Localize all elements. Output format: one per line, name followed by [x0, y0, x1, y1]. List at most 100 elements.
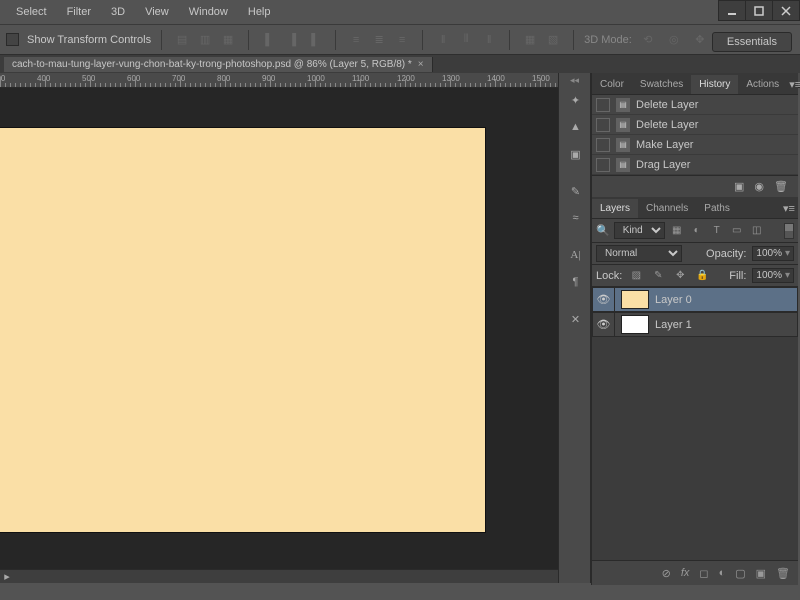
histogram-panel-icon[interactable]: ▲ [559, 114, 592, 141]
dock-expand-icon[interactable]: ◂◂ [559, 73, 590, 87]
distribute-h1-icon[interactable]: ‖ [433, 30, 453, 50]
distribute-v3-icon[interactable]: ≡ [392, 30, 412, 50]
history-item[interactable]: ▤Delete Layer [592, 115, 798, 135]
group-layers-icon[interactable]: ▢ [735, 567, 745, 580]
minimize-button[interactable] [718, 0, 746, 21]
scroll-left-icon[interactable]: ▸ [0, 570, 14, 584]
info-panel-icon[interactable]: ▣ [559, 141, 592, 168]
layer-thumbnail[interactable] [621, 290, 649, 309]
horizontal-scrollbar[interactable]: ▸ [0, 569, 558, 583]
lock-position-icon[interactable]: ✥ [672, 268, 688, 284]
tab-history[interactable]: History [691, 75, 738, 94]
distribute-v1-icon[interactable]: ≡ [346, 30, 366, 50]
filter-search-icon[interactable]: 🔍 [596, 224, 610, 237]
close-button[interactable] [772, 0, 800, 21]
tab-layers[interactable]: Layers [592, 199, 638, 218]
layer-name[interactable]: Layer 1 [655, 319, 692, 331]
align-right-icon[interactable]: ▌ [305, 30, 325, 50]
panel-menu-icon[interactable]: ▾≡ [787, 75, 800, 94]
3d-roll-icon[interactable]: ◎ [664, 30, 684, 50]
layer-list: 👁 Layer 0 👁 Layer 1 [592, 287, 798, 560]
window-controls [719, 0, 800, 21]
show-transform-checkbox[interactable] [6, 33, 19, 46]
history-step-icon: ▤ [616, 98, 630, 112]
fill-field[interactable]: 100%▾ [752, 268, 794, 283]
autoalign-icon[interactable]: ▦ [520, 30, 540, 50]
filter-type-icon[interactable]: T [709, 223, 725, 239]
workspace-switcher[interactable]: Essentials [712, 32, 792, 52]
paragraph-panel-icon[interactable]: ¶ [559, 269, 592, 296]
lock-pixels-icon[interactable]: ✎ [650, 268, 666, 284]
menu-3d[interactable]: 3D [101, 6, 135, 18]
layer-mask-icon[interactable]: ◻ [699, 567, 708, 580]
lock-label: Lock: [596, 270, 622, 282]
history-step-icon: ▤ [616, 138, 630, 152]
lock-transparent-icon[interactable]: ▨ [628, 268, 644, 284]
visibility-toggle-icon[interactable]: 👁 [593, 313, 615, 336]
filter-smart-icon[interactable]: ◫ [749, 223, 765, 239]
adjustment-layer-icon[interactable]: ◐ [719, 567, 726, 579]
delete-state-icon[interactable]: 🗑 [774, 180, 788, 193]
tab-swatches[interactable]: Swatches [632, 75, 691, 94]
new-doc-state-icon[interactable]: ▣ [734, 180, 744, 193]
tools-panel-icon[interactable]: ✕ [559, 306, 592, 333]
filter-pixel-icon[interactable]: ▦ [669, 223, 685, 239]
3d-pan-icon[interactable]: ✥ [690, 30, 710, 50]
blend-mode-select[interactable]: Normal [596, 245, 682, 262]
delete-layer-icon[interactable]: 🗑 [776, 567, 790, 580]
align-hcenter-icon[interactable]: ▐ [282, 30, 302, 50]
document-tab[interactable]: cach-to-mau-tung-layer-vung-chon-bat-ky-… [4, 57, 433, 72]
menu-help[interactable]: Help [238, 6, 281, 18]
tab-color[interactable]: Color [592, 75, 632, 94]
menu-view[interactable]: View [135, 6, 179, 18]
layer-row[interactable]: 👁 Layer 1 [592, 312, 798, 337]
filter-kind-select[interactable]: Kind [614, 222, 665, 239]
layer-thumbnail[interactable] [621, 315, 649, 334]
layers-panel-menu-icon[interactable]: ▾≡ [780, 199, 798, 218]
distribute-h2-icon[interactable]: ⦀ [456, 30, 476, 50]
filter-adjust-icon[interactable]: ◐ [689, 223, 705, 239]
close-tab-icon[interactable]: × [418, 59, 424, 70]
distribute-v2-icon[interactable]: ≣ [369, 30, 389, 50]
brush-presets-panel-icon[interactable]: ≈ [559, 205, 592, 232]
menu-select[interactable]: Select [6, 6, 57, 18]
tab-paths[interactable]: Paths [696, 199, 738, 218]
align-bottom-icon[interactable]: ▦ [218, 30, 238, 50]
brush-panel-icon[interactable]: ✎ [559, 178, 592, 205]
lock-all-icon[interactable]: 🔒 [694, 268, 710, 284]
opacity-label: Opacity: [706, 248, 746, 260]
navigator-panel-icon[interactable]: ✦ [559, 87, 592, 114]
layer-name[interactable]: Layer 0 [655, 294, 692, 306]
align-vcenter-icon[interactable]: ▥ [195, 30, 215, 50]
snapshot-icon[interactable]: ◉ [754, 180, 764, 193]
visibility-toggle-icon[interactable]: 👁 [593, 288, 615, 311]
opacity-field[interactable]: 100%▾ [752, 246, 794, 261]
menu-filter[interactable]: Filter [57, 6, 101, 18]
filter-shape-icon[interactable]: ▭ [729, 223, 745, 239]
history-item[interactable]: ▤Make Layer [592, 135, 798, 155]
layer-fx-icon[interactable]: fx [681, 567, 690, 579]
align-left-icon[interactable]: ▌ [259, 30, 279, 50]
distribute-h3-icon[interactable]: ‖ [479, 30, 499, 50]
menu-window[interactable]: Window [179, 6, 238, 18]
canvas-area: ▸ [0, 88, 558, 583]
tab-actions[interactable]: Actions [738, 75, 787, 94]
canvas[interactable] [0, 128, 485, 532]
options-bar: Show Transform Controls ▤ ▥ ▦ ▌ ▐ ▌ ≡ ≣ … [0, 25, 800, 55]
tab-channels[interactable]: Channels [638, 199, 696, 218]
history-step-icon: ▤ [616, 118, 630, 132]
history-item[interactable]: ▤Drag Layer [592, 155, 798, 175]
link-layers-icon[interactable]: ⊘ [662, 567, 671, 580]
3d-orbit-icon[interactable]: ⟲ [638, 30, 658, 50]
align-top-icon[interactable]: ▤ [172, 30, 192, 50]
history-item[interactable]: ▤Delete Layer [592, 95, 798, 115]
maximize-button[interactable] [745, 0, 773, 21]
new-layer-icon[interactable]: ▣ [756, 567, 766, 580]
document-tab-bar: cach-to-mau-tung-layer-vung-chon-bat-ky-… [0, 55, 800, 73]
layer-row[interactable]: 👁 Layer 0 [592, 287, 798, 312]
history-panel: ▤Delete Layer ▤Delete Layer ▤Make Layer … [592, 95, 798, 175]
filter-toggle[interactable] [784, 223, 794, 239]
autoblend-icon[interactable]: ▧ [543, 30, 563, 50]
collapsed-panel-dock: ◂◂ ✦ ▲ ▣ ✎ ≈ A| ¶ ✕ [558, 73, 591, 583]
character-panel-icon[interactable]: A| [559, 242, 592, 269]
